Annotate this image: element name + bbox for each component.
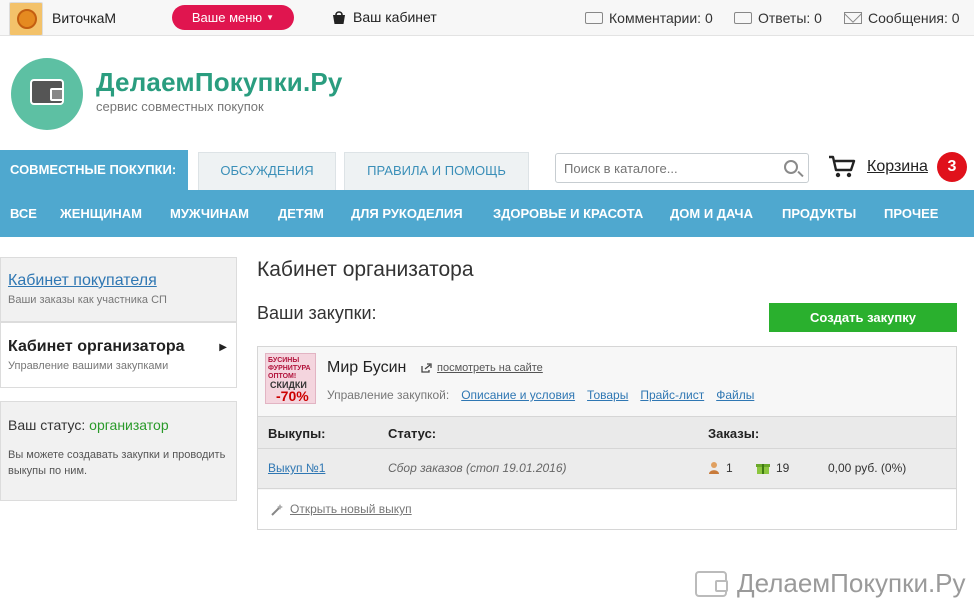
purchase-management: Управление закупкой: Описание и условия …: [327, 388, 754, 402]
your-cabinet-link[interactable]: Ваш кабинет: [331, 9, 437, 25]
image-text-top: БУСИНЫ ФУРНИТУРА ОПТОМ!: [268, 357, 311, 380]
answers-label: Ответы: 0: [758, 10, 822, 26]
view-on-site-label: посмотреть на сайте: [437, 362, 543, 374]
your-menu-button[interactable]: Ваше меню ▼: [172, 5, 294, 30]
messages-link[interactable]: Сообщения: 0: [844, 10, 960, 26]
table-footer: Открыть новый выкуп: [258, 490, 956, 529]
caret-down-icon: ▼: [266, 13, 275, 22]
image-text-big: -70%: [276, 388, 309, 404]
status-value: организатор: [89, 417, 169, 433]
comment-icon: [585, 12, 603, 24]
category-women[interactable]: ЖЕНЩИНАМ: [60, 190, 142, 237]
your-cabinet-label: Ваш кабинет: [353, 9, 437, 25]
participants-count: 1: [708, 449, 733, 487]
category-health-beauty[interactable]: ЗДОРОВЬЕ И КРАСОТА: [493, 190, 643, 237]
answers-link[interactable]: Ответы: 0: [734, 10, 822, 26]
cart-count-badge: 3: [937, 152, 967, 182]
comments-link[interactable]: Комментарии: 0: [585, 10, 713, 26]
view-on-site-link[interactable]: посмотреть на сайте: [421, 362, 543, 374]
organizer-cabinet-sub: Управление вашими закупками: [8, 360, 169, 372]
tab-rules-help[interactable]: ПРАВИЛА И ПОМОЩЬ: [344, 152, 529, 190]
external-link-icon: [421, 363, 432, 373]
footer-logo[interactable]: ДелаемПокупки.Ру: [695, 568, 966, 599]
buyer-cabinet-sub: Ваши заказы как участника СП: [8, 294, 167, 306]
status-text: Вы можете создавать закупки и проводить …: [8, 449, 226, 477]
tab-joint-purchases[interactable]: СОВМЕСТНЫЕ ПОКУПКИ:: [0, 150, 188, 190]
status-box: Ваш статус: организатор Вы можете создав…: [0, 401, 237, 501]
files-link[interactable]: Файлы: [716, 388, 754, 402]
messages-label: Сообщения: 0: [868, 10, 960, 26]
participants-value: 1: [726, 461, 733, 475]
person-icon: [709, 462, 719, 474]
sidebar-item-buyer-cabinet[interactable]: Кабинет покупателя Ваши заказы как участ…: [0, 257, 237, 322]
tab-discussions[interactable]: ОБСУЖДЕНИЯ: [198, 152, 336, 190]
site-name[interactable]: ДелаемПокупки.Ру: [96, 67, 343, 98]
buyout-link[interactable]: Выкуп №1: [268, 449, 325, 487]
category-home-garden[interactable]: ДОМ И ДАЧА: [670, 190, 753, 237]
organizer-cabinet-title: Кабинет организатора: [8, 338, 185, 355]
purchase-image[interactable]: БУСИНЫ ФУРНИТУРА ОПТОМ! СКИДКИ -70%: [265, 353, 316, 404]
chevron-right-icon: ▶: [219, 342, 227, 353]
category-crafts[interactable]: ДЛЯ РУКОДЕЛИЯ: [351, 190, 463, 237]
open-new-buyout-link[interactable]: Открыть новый выкуп: [270, 490, 412, 529]
purchases-heading: Ваши закупки:: [257, 303, 377, 323]
username[interactable]: ВиточкаМ: [52, 10, 116, 26]
table-row: Выкуп №1 Сбор заказов (стоп 19.01.2016) …: [258, 449, 956, 489]
category-nav: ВСЕ ЖЕНЩИНАМ МУЖЧИНАМ ДЕТЯМ ДЛЯ РУКОДЕЛИ…: [0, 190, 974, 237]
category-food[interactable]: ПРОДУКТЫ: [782, 190, 856, 237]
user-avatar[interactable]: [9, 2, 43, 36]
envelope-icon: [844, 12, 862, 24]
cart-link[interactable]: Корзина: [867, 158, 928, 176]
answer-icon: [734, 12, 752, 24]
site-logo[interactable]: [11, 58, 83, 130]
category-other[interactable]: ПРОЧЕЕ: [884, 190, 938, 237]
page-title: Кабинет организатора: [257, 258, 474, 281]
create-purchase-button[interactable]: Создать закупку: [769, 303, 957, 332]
category-all[interactable]: ВСЕ: [10, 190, 37, 237]
items-value: 19: [776, 461, 790, 475]
category-children[interactable]: ДЕТЯМ: [278, 190, 324, 237]
wallet-icon: [30, 79, 64, 105]
status-line: Ваш статус: организатор: [8, 417, 229, 433]
open-new-buyout-label: Открыть новый выкуп: [290, 502, 412, 516]
buyer-cabinet-link[interactable]: Кабинет покупателя: [8, 272, 229, 290]
purchase-name[interactable]: Мир Бусин: [327, 359, 406, 377]
sidebar-item-organizer-cabinet[interactable]: Кабинет организатора Управление вашими з…: [0, 322, 237, 388]
cart-icon[interactable]: [828, 155, 856, 179]
status-label: Ваш статус:: [8, 417, 86, 433]
gift-icon: [756, 464, 770, 474]
description-link[interactable]: Описание и условия: [461, 388, 575, 402]
goods-link[interactable]: Товары: [587, 388, 628, 402]
table-header: Выкупы: Статус: Заказы:: [258, 416, 956, 449]
catalog-search: [555, 153, 809, 183]
management-label: Управление закупкой:: [327, 388, 450, 402]
footer-logo-text: ДелаемПокупки.Ру: [737, 568, 966, 598]
site-tagline: сервис совместных покупок: [96, 99, 264, 114]
search-icon[interactable]: [784, 160, 798, 174]
your-menu-label: Ваше меню: [191, 10, 263, 25]
wallet-icon: [695, 570, 728, 597]
header-status: Статус:: [388, 426, 437, 441]
search-input[interactable]: [556, 154, 766, 182]
price-list-link[interactable]: Прайс-лист: [640, 388, 704, 402]
buyout-status: Сбор заказов (стоп 19.01.2016): [388, 461, 567, 475]
order-sum: 0,00 руб. (0%): [828, 461, 907, 475]
magic-wand-icon: [271, 503, 283, 516]
top-bar: ВиточкаМ Ваше меню ▼ Ваш кабинет Коммента…: [0, 0, 974, 36]
lion-icon: [17, 9, 37, 29]
bag-icon: [333, 11, 345, 24]
header-orders: Заказы:: [708, 426, 760, 441]
items-count: 19: [756, 449, 789, 487]
purchase-card: БУСИНЫ ФУРНИТУРА ОПТОМ! СКИДКИ -70% Мир …: [257, 346, 957, 530]
comments-label: Комментарии: 0: [609, 10, 713, 26]
header-buyouts: Выкупы:: [268, 426, 326, 441]
category-men[interactable]: МУЖЧИНАМ: [170, 190, 249, 237]
